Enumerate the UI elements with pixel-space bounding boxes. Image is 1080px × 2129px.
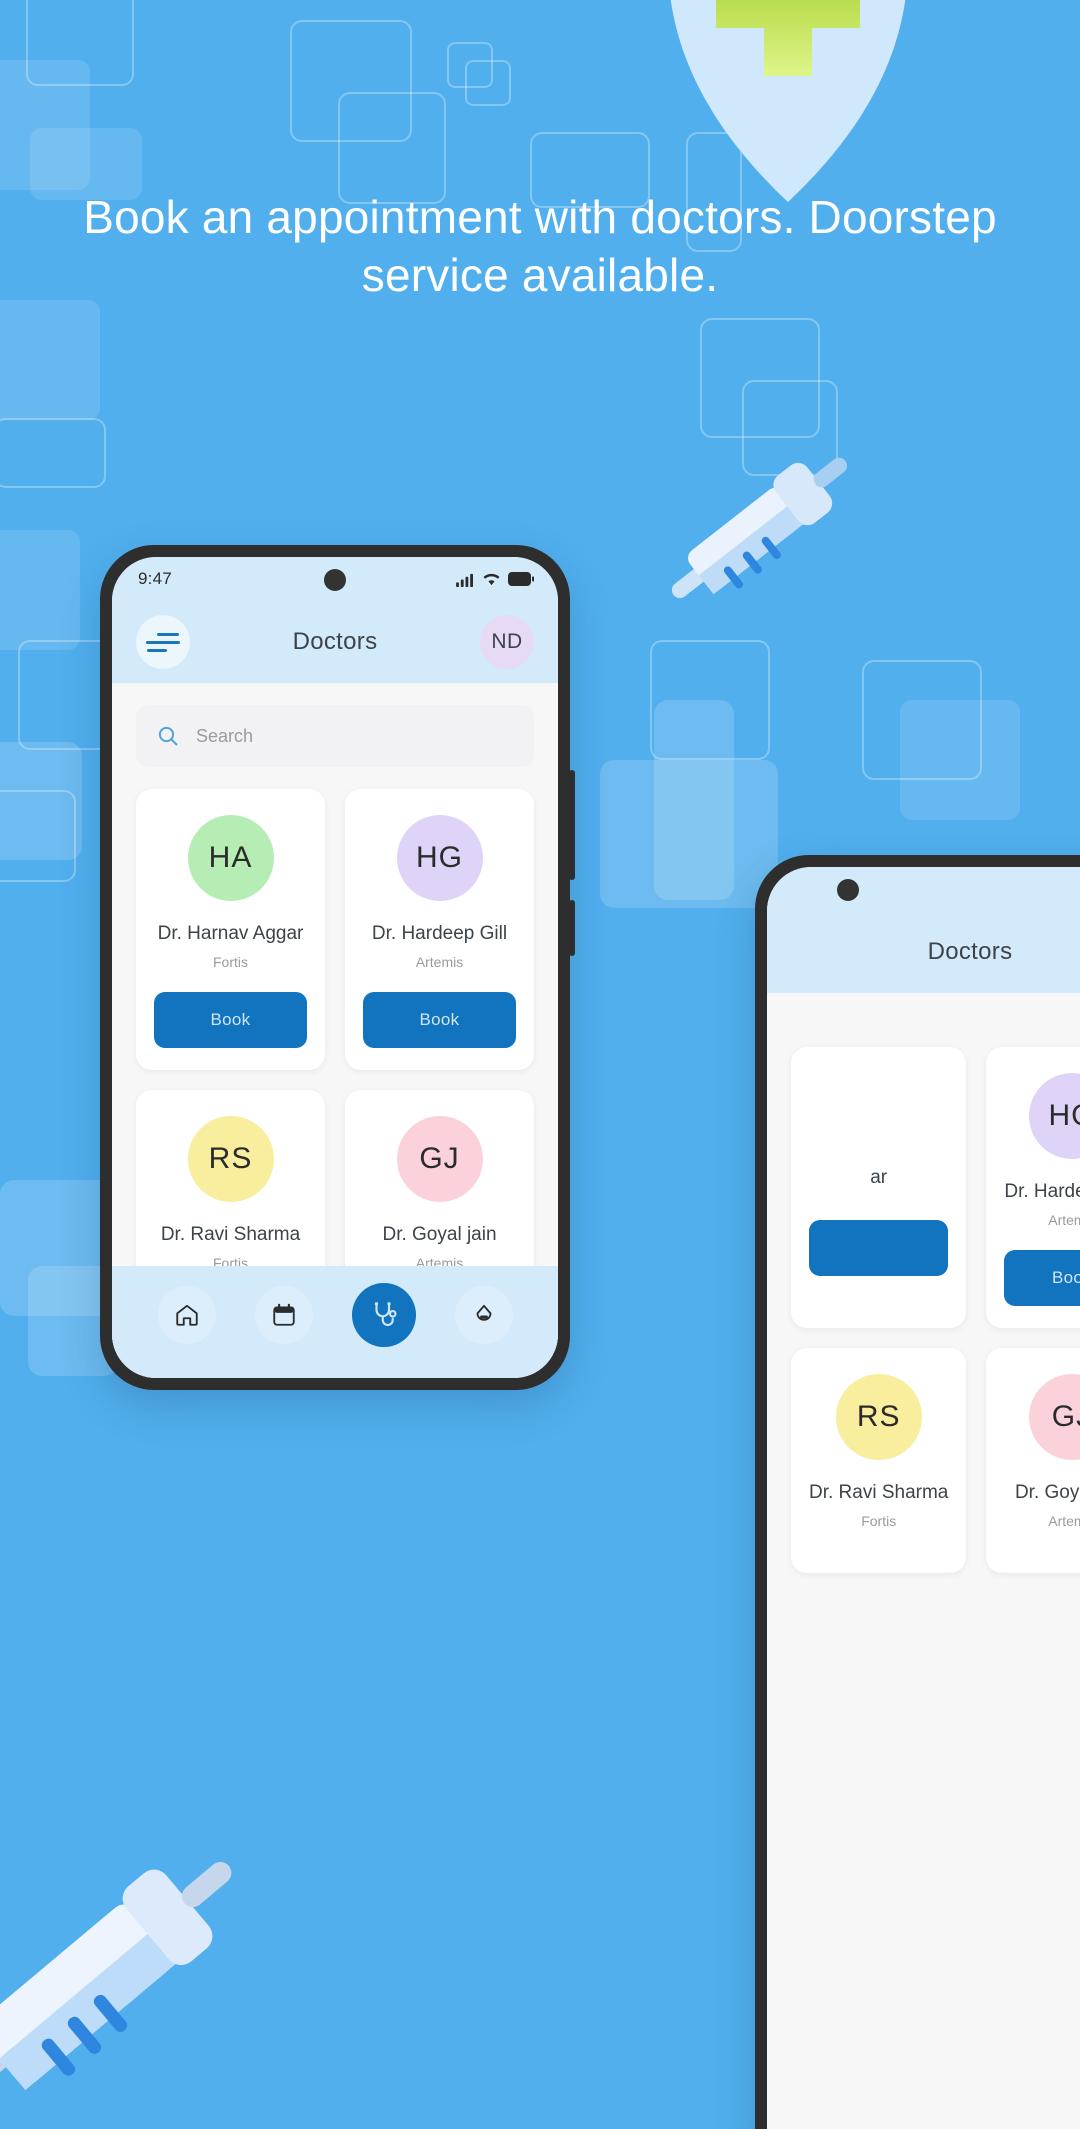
doctor-name: Dr. Harnav Aggar: [157, 923, 304, 944]
book-button[interactable]: Book: [363, 992, 516, 1048]
page-title: Book an appointment with doctors. Doorst…: [83, 191, 997, 301]
doctor-name: Dr. Hardeep Gill: [1004, 1181, 1080, 1202]
book-button[interactable]: Book: [154, 992, 307, 1048]
status-bar-front: 9:47: [112, 557, 558, 601]
battery-icon: [508, 572, 534, 586]
doctor-hospital: Fortis: [213, 954, 248, 970]
syringe-icon: [650, 440, 880, 635]
wifi-icon: [483, 573, 500, 585]
nav-item-home[interactable]: [157, 1286, 216, 1344]
nav-item-blood[interactable]: [454, 1286, 513, 1344]
nav-item-doctors[interactable]: [351, 1283, 416, 1347]
nav-item-calendar[interactable]: [254, 1286, 313, 1344]
avatar[interactable]: ND: [479, 615, 534, 669]
doctor-initials: RS: [835, 1374, 922, 1460]
status-icons-front: [456, 557, 534, 601]
doctor-name: Dr. Goyal jain: [1014, 1482, 1080, 1503]
app-bar-title: Doctors: [292, 628, 378, 655]
doctor-name: Dr. Hardeep Gill: [371, 923, 508, 944]
doctor-name: ar: [870, 1167, 888, 1188]
app-top-front: 9:47 Doctors ND: [112, 557, 558, 683]
book-button[interactable]: [809, 1220, 949, 1276]
doctor-initials: HG: [396, 815, 483, 901]
doctor-card[interactable]: GJ Dr. Goyal jain Artemis: [986, 1348, 1080, 1573]
home-icon: [175, 1304, 198, 1326]
phone-mockup-back: Doctors N ar HG Dr. Hardeep Gill Artemi: [755, 855, 1080, 2129]
search-input[interactable]: Search: [136, 705, 534, 767]
doctor-grid-back: ar HG Dr. Hardeep Gill Artemis Book RS D…: [791, 1047, 1080, 1573]
calendar-icon: [272, 1303, 295, 1326]
front-camera: [324, 569, 346, 591]
doctor-initials: HA: [187, 815, 274, 901]
stethoscope-icon: [374, 1302, 397, 1326]
app-bar-front: Doctors ND: [112, 601, 558, 683]
search-icon: [158, 726, 178, 746]
doctor-card[interactable]: RS Dr. Ravi Sharma Fortis: [791, 1348, 967, 1573]
volume-up-button[interactable]: [569, 770, 575, 880]
doctor-hospital: Artemis: [415, 954, 464, 970]
doctor-name: Dr. Ravi Sharma: [809, 1482, 949, 1503]
doctor-card[interactable]: ar: [791, 1047, 967, 1328]
phone-screen-front: 9:47 Doctors ND Search HA Dr. Harnav Agg…: [112, 557, 558, 1378]
syringe-icon: [0, 1810, 270, 2129]
app-bar-title-back: Doctors: [927, 938, 1013, 965]
phone-mockup-front: 9:47 Doctors ND Search HA Dr. Harnav Agg…: [100, 545, 575, 1390]
bottom-navigation: [112, 1266, 558, 1378]
shield-medical-cross-icon: [668, 0, 908, 202]
status-bar-back: [767, 867, 1080, 911]
doctor-hospital: Artemis: [1048, 1212, 1080, 1228]
doctor-card[interactable]: HA Dr. Harnav Aggar Fortis Book: [136, 789, 325, 1070]
power-button[interactable]: [569, 900, 575, 956]
status-time: 9:47: [138, 569, 172, 588]
book-button[interactable]: Book: [1004, 1250, 1080, 1306]
doctor-name: Dr. Ravi Sharma: [160, 1224, 301, 1245]
doctor-initials: RS: [187, 1116, 274, 1202]
signal-icon: [456, 573, 473, 587]
search-placeholder: Search: [196, 725, 254, 746]
doctor-name: Dr. Goyal jain: [382, 1224, 497, 1245]
front-camera: [837, 879, 859, 901]
promo-screenshot: Book an appointment with doctors. Doorst…: [0, 0, 1080, 2129]
doctor-initials: HG: [1028, 1073, 1080, 1159]
phone-screen-back: Doctors N ar HG Dr. Hardeep Gill Artemi: [767, 867, 1080, 2129]
app-body-back: ar HG Dr. Hardeep Gill Artemis Book RS D…: [767, 993, 1080, 1573]
blood-drop-icon: [476, 1304, 491, 1321]
doctor-hospital: Artemis: [1048, 1513, 1080, 1529]
doctor-hospital: Fortis: [861, 1513, 897, 1529]
hamburger-menu-icon[interactable]: [136, 615, 190, 669]
app-bar-back: Doctors N: [767, 911, 1080, 993]
doctor-card[interactable]: HG Dr. Hardeep Gill Artemis Book: [986, 1047, 1080, 1328]
doctor-initials: GJ: [1028, 1374, 1080, 1460]
app-top-back: Doctors N: [767, 867, 1080, 993]
doctor-card[interactable]: HG Dr. Hardeep Gill Artemis Book: [345, 789, 534, 1070]
doctor-initials: GJ: [396, 1116, 483, 1202]
